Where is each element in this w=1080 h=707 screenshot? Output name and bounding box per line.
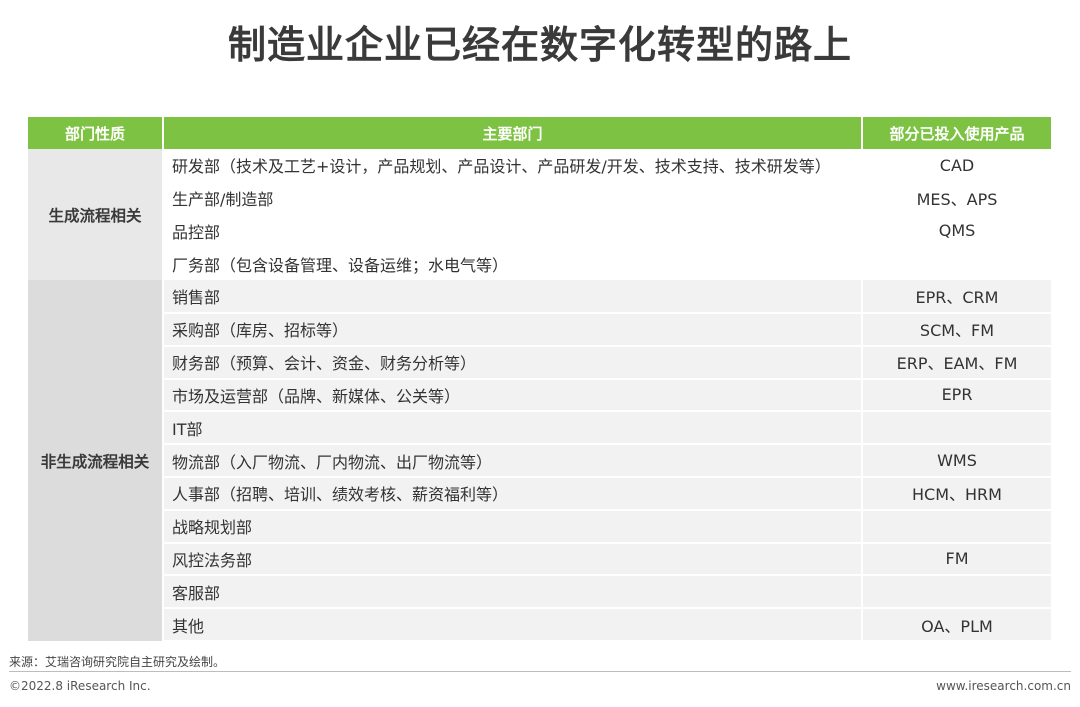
department-table-container: 部门性质 主要部门 部分已投入使用产品 生成流程相关 研发部（技术及工艺+设计，产… <box>28 117 1051 642</box>
department-cell: 战略规划部 <box>163 509 862 544</box>
products-cell <box>861 509 1051 544</box>
table-row: 厂务部（包含设备管理、设备运维；水电气等） <box>28 247 1051 281</box>
products-cell: QMS <box>861 214 1051 248</box>
table-row: 财务部（预算、会计、资金、财务分析等） ERP、EAM、FM <box>28 345 1051 380</box>
table-header-row: 部门性质 主要部门 部分已投入使用产品 <box>28 117 1051 149</box>
products-cell: WMS <box>861 444 1051 478</box>
products-cell: FM <box>861 542 1051 577</box>
table-row: 人事部（招聘、培训、绩效考核、薪资福利等） HCM、HRM <box>28 476 1051 511</box>
table-body: 生成流程相关 研发部（技术及工艺+设计，产品规划、产品设计、产品研发/开发、技术支… <box>28 149 1051 642</box>
products-cell: CAD <box>861 149 1051 182</box>
header-department-type: 部门性质 <box>28 117 164 149</box>
products-cell: SCM、FM <box>861 312 1051 347</box>
products-cell: EPR <box>861 378 1051 413</box>
header-products-in-use: 部分已投入使用产品 <box>862 117 1051 149</box>
page-title: 制造业企业已经在数字化转型的路上 <box>227 23 852 67</box>
table-row: 市场及运营部（品牌、新媒体、公关等） EPR <box>28 378 1051 413</box>
department-cell: 财务部（预算、会计、资金、财务分析等） <box>163 345 862 380</box>
table-row: 生成流程相关 研发部（技术及工艺+设计，产品规划、产品设计、产品研发/开发、技术支… <box>28 149 1051 281</box>
department-cell: 风控法务部 <box>163 542 862 577</box>
department-cell: 人事部（招聘、培训、绩效考核、薪资福利等） <box>163 476 862 511</box>
products-cell: ERP、EAM、FM <box>861 345 1051 380</box>
products-cell <box>861 575 1051 610</box>
header-main-departments: 主要部门 <box>163 117 863 149</box>
products-cell <box>861 411 1051 446</box>
products-cell: EPR、CRM <box>861 280 1051 314</box>
department-cell: 其他 <box>163 608 862 642</box>
copyright-text: ©2022.8 iResearch Inc. <box>9 679 151 693</box>
website-link: www.iresearch.com.cn <box>936 679 1071 693</box>
source-note: 来源：艾瑞咨询研究院自主研究及绘制。 <box>9 655 226 669</box>
department-cell: 厂务部（包含设备管理、设备运维；水电气等） <box>163 247 862 281</box>
table-row: 生产部/制造部 MES、APS <box>28 181 1051 215</box>
table-row: IT部 <box>28 411 1051 446</box>
table-row: 客服部 <box>28 575 1051 610</box>
table-row: 品控部 QMS <box>28 214 1051 248</box>
table-row: 物流部（入厂物流、厂内物流、出厂物流等） WMS <box>28 444 1051 478</box>
table-row: 其他 OA、PLM <box>28 608 1051 642</box>
products-cell: OA、PLM <box>861 608 1051 642</box>
table-row: 采购部（库房、招标等） SCM、FM <box>28 312 1051 347</box>
department-table: 部门性质 主要部门 部分已投入使用产品 生成流程相关 研发部（技术及工艺+设计，产… <box>28 117 1051 642</box>
category-cell: 生成流程相关 <box>28 149 164 281</box>
department-cell: 市场及运营部（品牌、新媒体、公关等） <box>163 378 862 413</box>
table-row: 非生成流程相关 销售部 EPR、CRM <box>28 280 1051 641</box>
department-cell: 品控部 <box>163 214 862 248</box>
products-cell <box>861 247 1051 281</box>
products-cell: HCM、HRM <box>861 476 1051 511</box>
products-cell: MES、APS <box>861 181 1051 215</box>
department-cell: IT部 <box>163 411 862 446</box>
footer-divider <box>9 671 1071 672</box>
department-cell: 客服部 <box>163 575 862 610</box>
table-row: 风控法务部 FM <box>28 542 1051 577</box>
department-cell: 采购部（库房、招标等） <box>163 312 862 347</box>
department-cell: 研发部（技术及工艺+设计，产品规划、产品设计、产品研发/开发、技术支持、技术研发… <box>163 149 862 182</box>
department-cell: 销售部 <box>163 280 862 314</box>
department-cell: 物流部（入厂物流、厂内物流、出厂物流等） <box>163 444 862 478</box>
department-cell: 生产部/制造部 <box>163 181 862 215</box>
category-cell: 非生成流程相关 <box>28 280 164 641</box>
table-row: 战略规划部 <box>28 509 1051 544</box>
